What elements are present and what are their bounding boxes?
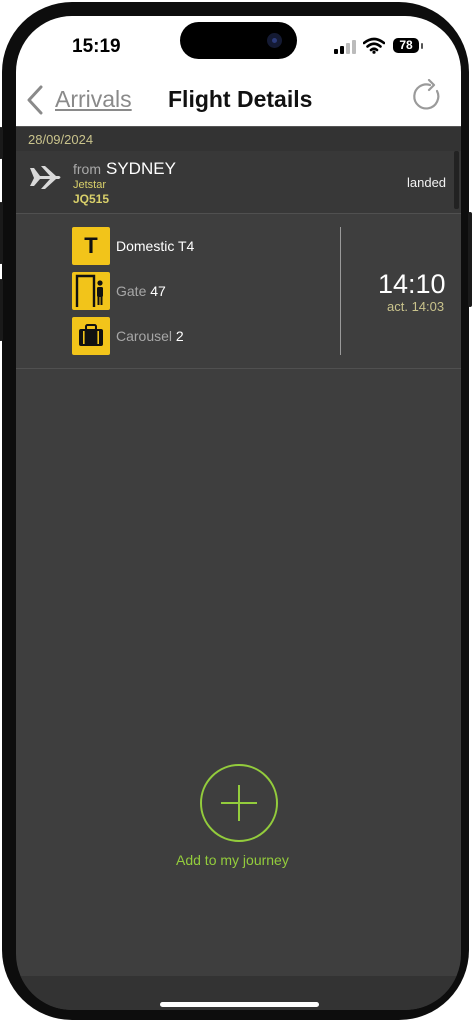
carousel-number: 2 bbox=[175, 328, 184, 344]
terminal-icon-letter: T bbox=[84, 233, 98, 258]
plane-icon bbox=[30, 166, 61, 189]
scrollbar[interactable] bbox=[454, 151, 459, 209]
terminal-label: Domestic T4 bbox=[116, 238, 195, 254]
flight-date: 28/09/2024 bbox=[28, 132, 94, 147]
terminal-icon: T bbox=[72, 227, 110, 265]
from-label: from bbox=[73, 161, 101, 177]
flight-number: JQ515 bbox=[73, 192, 110, 206]
home-indicator[interactable] bbox=[160, 1002, 319, 1007]
flight-summary-row[interactable]: from SYDNEY Jetstar JQ515 landed bbox=[16, 151, 461, 214]
carousel-row: Carousel 2 bbox=[72, 317, 372, 355]
screen: 15:19 78 Arrivals Flight Details 28/09/2… bbox=[16, 16, 461, 1010]
flight-status: landed bbox=[407, 175, 447, 190]
origin-city: SYDNEY bbox=[106, 159, 176, 178]
terminal-row: T Domestic T4 bbox=[72, 227, 372, 265]
wifi-icon bbox=[363, 37, 385, 54]
carousel-info: Carousel 2 bbox=[116, 328, 184, 344]
volume-down-button bbox=[0, 279, 3, 341]
battery-icon: 78 bbox=[393, 38, 419, 53]
power-button bbox=[468, 212, 472, 307]
add-to-journey-button[interactable]: Add to my journey bbox=[176, 852, 289, 868]
refresh-icon[interactable] bbox=[410, 79, 444, 113]
page-title: Flight Details bbox=[168, 86, 313, 112]
airline-name: Jetstar bbox=[73, 179, 107, 191]
back-chevron-icon[interactable] bbox=[26, 85, 44, 115]
gate-icon bbox=[72, 272, 110, 310]
gate-row: Gate 47 bbox=[72, 272, 372, 310]
back-button[interactable]: Arrivals bbox=[55, 86, 132, 113]
signal-icon bbox=[334, 40, 356, 54]
gate-info: Gate 47 bbox=[116, 283, 166, 299]
date-bar: 28/09/2024 bbox=[16, 126, 461, 151]
header: 15:19 78 Arrivals Flight Details bbox=[16, 16, 461, 126]
battery-tip bbox=[421, 43, 423, 49]
divider bbox=[340, 227, 341, 355]
scheduled-time: 14:10 bbox=[378, 269, 446, 299]
dynamic-island bbox=[180, 22, 297, 59]
status-time: 15:19 bbox=[72, 36, 121, 57]
flight-details: T Domestic T4 Gate 47 Carousel 2 14:10 a… bbox=[16, 214, 461, 369]
volume-up-button bbox=[0, 202, 3, 264]
gate-number: 47 bbox=[150, 283, 166, 299]
gate-label: Gate bbox=[116, 283, 147, 299]
phone-frame: 15:19 78 Arrivals Flight Details 28/09/2… bbox=[0, 2, 472, 1020]
carousel-icon bbox=[72, 317, 110, 355]
actual-time: act. 14:03 bbox=[387, 299, 445, 314]
camera-icon bbox=[267, 33, 282, 48]
action-button bbox=[0, 127, 3, 159]
carousel-label: Carousel bbox=[116, 328, 173, 344]
plus-icon[interactable] bbox=[200, 764, 278, 842]
